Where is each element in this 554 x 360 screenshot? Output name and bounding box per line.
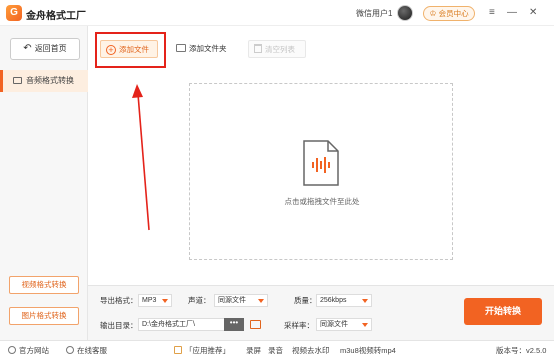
record-screen-link[interactable]: 录屏 <box>246 346 261 356</box>
channel-label: 声道： <box>188 296 211 305</box>
channel-value: 同源文件 <box>218 297 246 304</box>
browse-more-button[interactable]: ••• <box>224 318 244 331</box>
video-convert-button[interactable]: 视频格式转换 <box>9 276 79 294</box>
m3u8-link[interactable]: m3u8视频转mp4 <box>340 346 396 356</box>
status-bar: 官方网站 在线客服 「应用推荐」 录屏 录音 视频去水印 m3u8视频转mp4 … <box>0 340 554 360</box>
quality-select[interactable]: 256kbps <box>316 294 372 307</box>
output-dir-label: 输出目录： <box>100 321 138 330</box>
back-arrow-icon: ↶ <box>23 43 32 54</box>
quality-label: 质量： <box>294 296 317 305</box>
annotation-arrow-icon <box>132 84 150 231</box>
support-link[interactable]: 在线客服 <box>66 346 107 356</box>
app-logo-icon: G <box>6 5 22 21</box>
clear-list-label: 清空列表 <box>265 45 295 54</box>
audio-convert-icon <box>13 77 22 84</box>
channel-select[interactable]: 同源文件 <box>214 294 268 307</box>
vip-center-label: 会员中心 <box>438 9 469 18</box>
chevron-down-icon <box>362 299 368 303</box>
open-folder-icon[interactable] <box>250 320 261 329</box>
start-convert-button[interactable]: 开始转换 <box>464 298 542 325</box>
file-drop-zone[interactable]: 点击或拖拽文件至此处 <box>189 83 453 260</box>
quality-value: 256kbps <box>320 297 347 304</box>
add-folder-button[interactable]: 添加文件夹 <box>172 40 234 58</box>
export-format-value: MP3 <box>142 297 157 304</box>
avatar[interactable] <box>397 5 413 21</box>
website-link[interactable]: 官方网站 <box>8 346 49 356</box>
chevron-down-icon <box>162 299 168 303</box>
back-home-button[interactable]: ↶ 返回首页 <box>10 38 80 60</box>
title-bar: G 金舟格式工厂 微信用户1 ♔ 会员中心 ≡ — ✕ <box>0 0 554 26</box>
chevron-down-icon <box>362 323 368 327</box>
app-title: 金舟格式工厂 <box>26 11 86 22</box>
sidebar-item-label: 音频格式转换 <box>26 76 74 85</box>
sample-rate-select[interactable]: 同源文件 <box>316 318 372 331</box>
sample-rate-value: 同源文件 <box>320 321 348 328</box>
recommend-label: 「应用推荐」 <box>174 346 230 356</box>
folder-icon <box>176 44 186 52</box>
home-icon <box>8 346 16 354</box>
vip-center-button[interactable]: ♔ 会员中心 <box>423 6 475 21</box>
sample-rate-label: 采样率： <box>284 321 314 330</box>
thumbs-up-icon <box>174 346 182 354</box>
export-format-label: 导出格式： <box>100 296 138 305</box>
chevron-down-icon <box>258 299 264 303</box>
support-label: 在线客服 <box>77 346 107 355</box>
image-convert-button[interactable]: 图片格式转换 <box>9 307 79 325</box>
settings-panel: 导出格式： MP3 声道： 同源文件 质量： 256kbps 输出目录： D:\… <box>88 285 554 340</box>
trash-icon <box>254 44 262 53</box>
version-text: 版本号：v2.5.0 <box>496 346 547 355</box>
back-home-label: 返回首页 <box>34 44 67 53</box>
export-format-select[interactable]: MP3 <box>138 294 172 307</box>
menu-icon[interactable]: ≡ <box>489 6 495 20</box>
username[interactable]: 微信用户1 <box>356 8 392 19</box>
remove-watermark-link[interactable]: 视频去水印 <box>292 346 330 356</box>
sidebar: ↶ 返回首页 音频格式转换 视频格式转换 图片格式转换 <box>0 26 88 340</box>
minimize-icon[interactable]: — <box>507 6 517 20</box>
crown-icon: ♔ <box>429 9 437 18</box>
close-icon[interactable]: ✕ <box>529 6 537 20</box>
audio-file-icon <box>303 140 339 186</box>
drop-hint: 点击或拖拽文件至此处 <box>284 197 360 206</box>
output-dir-field[interactable]: D:\金舟格式工厂\ <box>138 318 224 331</box>
headset-icon <box>66 346 74 354</box>
website-label: 官方网站 <box>19 346 49 355</box>
sidebar-item-audio-convert[interactable]: 音频格式转换 <box>0 70 88 92</box>
recommend-text: 「应用推荐」 <box>185 346 230 355</box>
add-folder-label: 添加文件夹 <box>189 44 227 53</box>
record-audio-link[interactable]: 录音 <box>268 346 283 356</box>
highlight-box <box>95 32 166 68</box>
clear-list-button[interactable]: 清空列表 <box>248 40 306 58</box>
